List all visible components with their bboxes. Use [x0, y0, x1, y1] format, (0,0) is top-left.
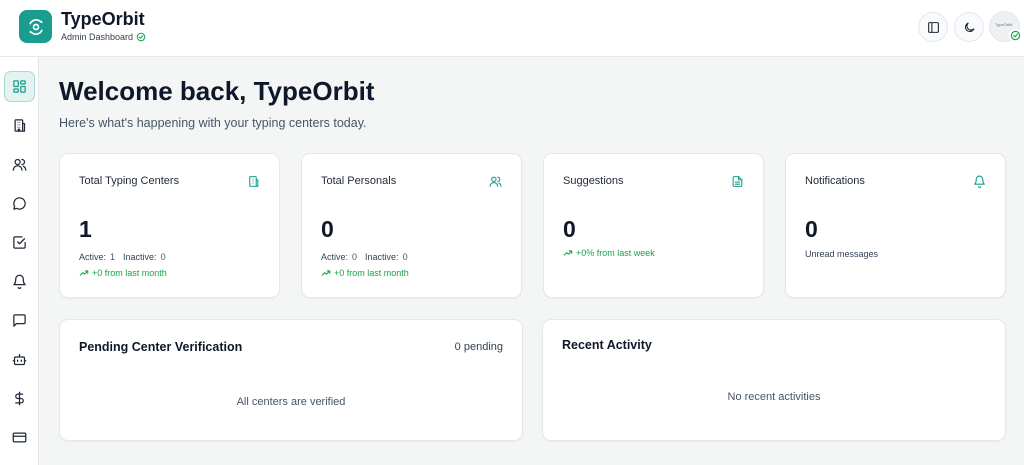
dollar-icon: [15, 391, 24, 406]
inactive-count: 0: [160, 252, 166, 262]
stat-value: 1: [79, 216, 92, 242]
building-icon: [247, 175, 260, 193]
sidebar-toggle-button[interactable]: [918, 12, 948, 42]
stat-card-typing-centers: Total Typing Centers 1 Active: 1 Inactive:…: [59, 153, 280, 298]
active-label: Active:: [79, 252, 107, 262]
file-text-icon: [731, 175, 744, 193]
sidebar-item-suggestions[interactable]: [4, 188, 35, 219]
logo-icon[interactable]: [19, 10, 52, 43]
pending-count: 0 pending: [454, 341, 503, 353]
users-icon: [489, 175, 502, 193]
sidebar-item-typing-centers[interactable]: [4, 110, 35, 141]
stat-title: Total Typing Centers: [79, 175, 180, 187]
active-count: 1: [110, 252, 116, 262]
bot-icon: [12, 353, 27, 366]
stat-value: 0: [805, 216, 818, 242]
stat-note: Unread messages: [805, 249, 879, 259]
recent-activity-panel: Recent Activity No recent activities: [542, 319, 1006, 441]
dashboard-icon: [13, 80, 26, 93]
sidebar-item-bot[interactable]: [4, 344, 35, 375]
stat-value: 0: [321, 216, 334, 242]
sidebar-item-payments[interactable]: [4, 422, 35, 453]
stat-title: Suggestions: [563, 175, 624, 187]
sidebar-item-tasks[interactable]: [4, 227, 35, 258]
stat-trend: +0 from last month: [321, 268, 409, 278]
avatar-label: TypeOrbit: [995, 22, 1013, 27]
trending-up-icon: [563, 250, 573, 256]
online-check-icon: [1009, 29, 1021, 41]
sidebar-item-messages[interactable]: [4, 305, 35, 336]
sidebar: [0, 57, 39, 465]
active-count: 0: [352, 252, 358, 262]
stat-trend-text: +0 from last month: [334, 268, 409, 278]
building-icon: [14, 119, 26, 132]
brand-subtitle-text: Admin Dashboard: [61, 32, 134, 42]
stat-breakdown: Active: 1 Inactive: 0: [79, 252, 174, 262]
active-label: Active:: [321, 252, 349, 262]
stat-trend: +0 from last month: [79, 268, 167, 278]
brand-name: TypeOrbit: [61, 9, 145, 29]
trending-up-icon: [321, 270, 331, 276]
sidebar-item-dashboard[interactable]: [4, 71, 35, 102]
inactive-count: 0: [402, 252, 408, 262]
avatar[interactable]: TypeOrbit: [989, 11, 1021, 42]
inactive-label: Inactive:: [365, 252, 399, 262]
panel-left-icon: [927, 21, 939, 33]
panel-title: Recent Activity: [562, 338, 652, 352]
stat-title: Total Personals: [321, 175, 397, 187]
stat-card-suggestions: Suggestions 0 +0% from last week: [543, 153, 764, 298]
sidebar-item-notifications[interactable]: [4, 266, 35, 297]
check-square-icon: [13, 236, 26, 249]
stat-value: 0: [563, 216, 576, 242]
empty-state: No recent activities: [727, 391, 821, 403]
theme-toggle-button[interactable]: [954, 12, 984, 42]
brand-subtitle: Admin Dashboard: [61, 32, 146, 42]
stat-title: Notifications: [805, 175, 865, 187]
sidebar-item-billing[interactable]: [4, 383, 35, 414]
stat-card-personals: Total Personals 0 Active: 0 Inactive: 0 +0 …: [301, 153, 522, 298]
credit-card-icon: [12, 432, 27, 443]
stat-trend-text: +0% from last week: [576, 248, 655, 258]
users-icon: [12, 158, 27, 171]
stat-card-notifications: Notifications 0 Unread messages: [785, 153, 1006, 298]
page-subtitle: Here's what's happening with your typing…: [59, 116, 367, 130]
trending-up-icon: [79, 270, 89, 276]
bell-icon: [13, 274, 26, 289]
empty-state: All centers are verified: [236, 396, 346, 408]
inactive-label: Inactive:: [123, 252, 157, 262]
top-bar: TypeOrbit Admin Dashboard TypeOrbit: [0, 0, 1024, 57]
moon-icon: [964, 22, 974, 32]
stat-trend: +0% from last week: [563, 248, 655, 258]
panel-title: Pending Center Verification: [79, 340, 243, 354]
stat-breakdown: Active: 0 Inactive: 0: [321, 252, 416, 262]
pending-verification-panel: Pending Center Verification 0 pending Al…: [59, 319, 523, 441]
message-circle-icon: [13, 197, 26, 210]
sidebar-item-personals[interactable]: [4, 149, 35, 180]
message-square-icon: [13, 314, 26, 327]
page-title: Welcome back, TypeOrbit: [59, 76, 375, 106]
stat-trend-text: +0 from last month: [92, 268, 167, 278]
verified-icon: [136, 32, 146, 42]
bell-icon: [973, 175, 986, 193]
